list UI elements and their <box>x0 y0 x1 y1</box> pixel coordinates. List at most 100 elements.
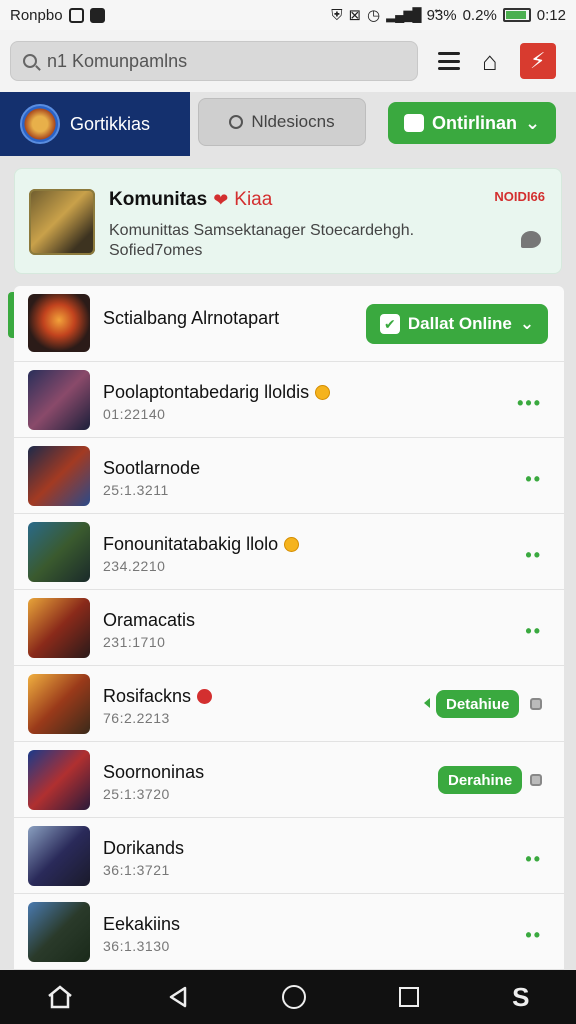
more-dots-icon[interactable]: •• <box>525 470 542 488</box>
community-tag: Kiaa <box>234 189 273 210</box>
more-dots-icon[interactable]: •• <box>525 622 542 640</box>
item-thumbnail <box>28 674 90 734</box>
item-name-text: Fonounitatabakig llolo <box>103 534 279 554</box>
game-emblem-icon <box>20 104 60 144</box>
item-thumbnail <box>28 902 90 962</box>
item-name: Rosifackns <box>103 686 213 707</box>
recents-icon[interactable] <box>399 987 420 1007</box>
options-icon[interactable] <box>530 698 542 710</box>
item-thumbnail <box>28 598 90 658</box>
community-badge: NOIDI66 <box>494 189 545 204</box>
list-item[interactable]: Sootlarnode 25:1.3211 •• <box>14 438 564 514</box>
item-name: Dorikands <box>103 838 184 859</box>
list-item[interactable]: Oramacatis 231:1710 •• <box>14 590 564 666</box>
item-time: 76:2.2213 <box>103 710 170 726</box>
chevron-down-icon: ⌄ <box>524 112 541 133</box>
item-name: Oramacatis <box>103 610 195 631</box>
list-header: Sctialbang Alrnotapart ✔ Dallat Online ⌄ <box>14 286 564 362</box>
item-name: Sootlarnode <box>103 458 200 479</box>
notification-icon <box>68 7 84 23</box>
item-time: 25:1.3211 <box>103 482 169 498</box>
more-dots-icon[interactable]: •• <box>525 546 542 564</box>
item-time: 25:1:3720 <box>103 786 170 802</box>
battery-percent: 0.2% <box>462 6 497 24</box>
more-dots-icon[interactable]: ••• <box>517 394 542 412</box>
list-header-thumbnail <box>28 294 90 352</box>
top-bar-icons: ⌂ ⚡ <box>438 43 556 79</box>
community-description: Komunittas Samsektanager Stoecardehgh. S… <box>109 222 415 259</box>
search-text: n1 Komunpamlns <box>47 50 188 71</box>
chat-icon[interactable] <box>521 231 541 248</box>
status-left: Ronpbo <box>10 7 105 24</box>
status-bar: Ronpbo ⛨ ⊠ ◷ ▂▄▆█ 9̃3% 0.2% 0:12 <box>0 0 576 30</box>
top-bar: n1 Komunpamlns ⌂ ⚡ <box>0 30 576 92</box>
puzzle-icon <box>403 114 424 132</box>
coin-icon <box>315 385 331 400</box>
navigation-bar: S <box>0 970 576 1024</box>
list-item[interactable]: Dorikands 36:1:3721 •• <box>14 818 564 894</box>
menu-icon[interactable] <box>438 52 460 70</box>
status-percent: 9̃3% <box>426 6 457 24</box>
battery-icon <box>502 8 531 22</box>
image-notification-icon <box>89 7 105 23</box>
switch-app-icon[interactable]: S <box>512 984 529 1010</box>
tabs-row: Gortikkias Nldesiocns Ontirlinan ⌄ <box>0 92 576 156</box>
community-title: Komunitas ❤ Kiaa <box>109 189 272 211</box>
heart-icon: ❤ <box>213 189 229 210</box>
item-time: 231:1710 <box>103 634 166 650</box>
options-icon[interactable] <box>530 774 542 786</box>
community-card[interactable]: Komunitas ❤ Kiaa NOIDI66 Komunittas Sams… <box>14 168 562 274</box>
circle-home-icon[interactable] <box>282 985 307 1009</box>
online-filter-button[interactable]: ✔ Dallat Online ⌄ <box>366 304 548 344</box>
more-dots-icon[interactable]: •• <box>525 850 542 868</box>
chevron-down-icon: ⌄ <box>519 314 535 333</box>
alert-icon <box>197 689 213 704</box>
online-filter-label: Dallat Online <box>407 314 512 333</box>
alarm-icon: ◷ <box>367 7 381 24</box>
coin-icon <box>284 537 300 552</box>
tab-online-label: Ontirlinan <box>431 112 517 133</box>
search-icon <box>229 115 244 129</box>
more-dots-icon[interactable]: •• <box>525 926 542 944</box>
vibrate-icon: ⊠ <box>348 7 362 24</box>
details-button[interactable]: Derahine <box>438 766 523 794</box>
list-item[interactable]: Poolaptontabedarig lloldis 01:22140 ••• <box>14 362 564 438</box>
arrow-left-icon <box>424 698 430 708</box>
list-item[interactable]: Rosifackns 76:2.2213 Detahiue <box>14 666 564 742</box>
details-button[interactable]: Detahiue <box>436 690 520 718</box>
item-name-text: Sootlarnode <box>103 458 201 478</box>
item-time: 234.2210 <box>103 558 166 574</box>
tab-search[interactable]: Nldesiocns <box>198 98 366 146</box>
item-name: Soornoninas <box>103 762 204 783</box>
home-icon[interactable]: ⌂ <box>482 48 498 74</box>
item-time: 36:1:3721 <box>103 862 170 878</box>
home-icon[interactable] <box>46 984 74 1010</box>
item-name-text: Oramacatis <box>103 610 196 630</box>
status-time: 0:12 <box>536 6 566 24</box>
item-thumbnail <box>28 370 90 430</box>
item-thumbnail <box>28 522 90 582</box>
item-name-text: Soornoninas <box>103 762 205 782</box>
shield-icon: ⛨ <box>331 6 343 24</box>
item-name: Poolaptontabedarig lloldis <box>103 382 331 403</box>
search-input[interactable]: n1 Komunpamlns <box>10 41 418 81</box>
item-name-text: Eekakiins <box>103 914 181 934</box>
list-item[interactable]: Soornoninas 25:1:3720 Derahine <box>14 742 564 818</box>
bolt-icon[interactable]: ⚡ <box>519 43 556 79</box>
list-item[interactable]: Eekakiins 36:1.3130 •• <box>14 894 564 970</box>
list-item[interactable]: Fonounitatabakig llolo 234.2210 •• <box>14 514 564 590</box>
tab-search-label: Nldesiocns <box>251 112 335 131</box>
list-header-title: Sctialbang Alrnotapart <box>103 308 280 328</box>
item-name-text: Dorikands <box>103 838 185 858</box>
item-time: 36:1.3130 <box>103 938 170 954</box>
tab-online-dropdown[interactable]: Ontirlinan ⌄ <box>388 102 556 144</box>
tab-profile[interactable]: Gortikkias <box>0 92 190 156</box>
item-time: 01:22140 <box>103 406 166 422</box>
item-thumbnail <box>28 446 90 506</box>
community-avatar <box>29 189 95 255</box>
search-icon <box>23 54 37 68</box>
item-thumbnail <box>28 750 90 810</box>
item-thumbnail <box>28 826 90 886</box>
game-list-panel: Sctialbang Alrnotapart ✔ Dallat Online ⌄… <box>14 286 564 970</box>
back-icon[interactable] <box>167 985 189 1009</box>
